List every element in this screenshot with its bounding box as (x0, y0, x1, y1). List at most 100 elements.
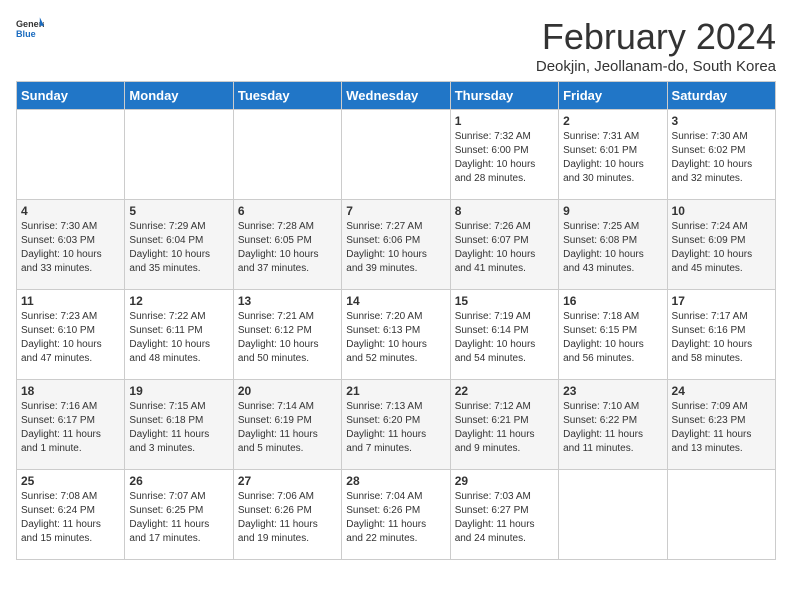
day-number: 26 (129, 474, 228, 488)
calendar-cell: 20 Sunrise: 7:14 AM Sunset: 6:19 PM Dayli… (233, 380, 341, 470)
day-info: Sunrise: 7:21 AM Sunset: 6:12 PM Dayligh… (238, 310, 337, 366)
header: General Blue February 2024 Deokjin, Jeol… (16, 16, 776, 75)
calendar-cell: 2 Sunrise: 7:31 AM Sunset: 6:01 PM Daylig… (559, 110, 667, 200)
calendar-cell: 4 Sunrise: 7:30 AM Sunset: 6:03 PM Daylig… (17, 200, 125, 290)
day-number: 19 (129, 384, 228, 398)
calendar-cell: 11 Sunrise: 7:23 AM Sunset: 6:10 PM Dayli… (17, 290, 125, 380)
day-number: 15 (455, 294, 554, 308)
calendar-cell: 6 Sunrise: 7:28 AM Sunset: 6:05 PM Daylig… (233, 200, 341, 290)
day-info: Sunrise: 7:13 AM Sunset: 6:20 PM Dayligh… (346, 400, 445, 456)
calendar-cell: 16 Sunrise: 7:18 AM Sunset: 6:15 PM Dayli… (559, 290, 667, 380)
weekday-header-thursday: Thursday (450, 82, 558, 110)
calendar-cell: 19 Sunrise: 7:15 AM Sunset: 6:18 PM Dayli… (125, 380, 233, 470)
calendar-cell: 29Sunrise: 7:03 AM Sunset: 6:27 PM Dayli… (450, 470, 558, 560)
day-number: 14 (346, 294, 445, 308)
weekday-header-friday: Friday (559, 82, 667, 110)
week-row-2: 4 Sunrise: 7:30 AM Sunset: 6:03 PM Daylig… (17, 200, 776, 290)
day-number: 16 (563, 294, 662, 308)
calendar-cell: 1 Sunrise: 7:32 AM Sunset: 6:00 PM Daylig… (450, 110, 558, 200)
calendar-cell: 7 Sunrise: 7:27 AM Sunset: 6:06 PM Daylig… (342, 200, 450, 290)
day-info: Sunrise: 7:04 AM Sunset: 6:26 PM Dayligh… (346, 490, 445, 546)
calendar-cell: 25 Sunrise: 7:08 AM Sunset: 6:24 PM Dayli… (17, 470, 125, 560)
day-info: Sunrise: 7:03 AM Sunset: 6:27 PM Dayligh… (455, 490, 554, 546)
day-number: 1 (455, 114, 554, 128)
calendar-cell: 24 Sunrise: 7:09 AM Sunset: 6:23 PM Dayli… (667, 380, 775, 470)
logo: General Blue (16, 16, 44, 44)
day-info: Sunrise: 7:15 AM Sunset: 6:18 PM Dayligh… (129, 400, 228, 456)
day-info: Sunrise: 7:31 AM Sunset: 6:01 PM Dayligh… (563, 130, 662, 186)
day-info: Sunrise: 7:19 AM Sunset: 6:14 PM Dayligh… (455, 310, 554, 366)
day-info: Sunrise: 7:30 AM Sunset: 6:02 PM Dayligh… (672, 130, 771, 186)
day-number: 4 (21, 204, 120, 218)
calendar-cell (125, 110, 233, 200)
calendar-cell: 5 Sunrise: 7:29 AM Sunset: 6:04 PM Daylig… (125, 200, 233, 290)
calendar-cell: 12 Sunrise: 7:22 AM Sunset: 6:11 PM Dayli… (125, 290, 233, 380)
day-info: Sunrise: 7:07 AM Sunset: 6:25 PM Dayligh… (129, 490, 228, 546)
calendar-cell: 8 Sunrise: 7:26 AM Sunset: 6:07 PM Daylig… (450, 200, 558, 290)
weekday-header-saturday: Saturday (667, 82, 775, 110)
calendar-cell: 22Sunrise: 7:12 AM Sunset: 6:21 PM Dayli… (450, 380, 558, 470)
day-number: 24 (672, 384, 771, 398)
weekday-header-wednesday: Wednesday (342, 82, 450, 110)
day-info: Sunrise: 7:24 AM Sunset: 6:09 PM Dayligh… (672, 220, 771, 276)
day-number: 22 (455, 384, 554, 398)
day-number: 2 (563, 114, 662, 128)
calendar-cell (233, 110, 341, 200)
day-info: Sunrise: 7:30 AM Sunset: 6:03 PM Dayligh… (21, 220, 120, 276)
day-number: 17 (672, 294, 771, 308)
day-number: 12 (129, 294, 228, 308)
day-info: Sunrise: 7:14 AM Sunset: 6:19 PM Dayligh… (238, 400, 337, 456)
weekday-header-monday: Monday (125, 82, 233, 110)
day-number: 28 (346, 474, 445, 488)
month-title: February 2024 (536, 16, 776, 58)
day-info: Sunrise: 7:29 AM Sunset: 6:04 PM Dayligh… (129, 220, 228, 276)
weekday-header-sunday: Sunday (17, 82, 125, 110)
day-number: 11 (21, 294, 120, 308)
day-number: 7 (346, 204, 445, 218)
day-number: 5 (129, 204, 228, 218)
day-info: Sunrise: 7:20 AM Sunset: 6:13 PM Dayligh… (346, 310, 445, 366)
calendar-cell (342, 110, 450, 200)
day-number: 8 (455, 204, 554, 218)
week-row-1: 1 Sunrise: 7:32 AM Sunset: 6:00 PM Daylig… (17, 110, 776, 200)
day-number: 3 (672, 114, 771, 128)
day-number: 9 (563, 204, 662, 218)
week-row-4: 18 Sunrise: 7:16 AM Sunset: 6:17 PM Dayli… (17, 380, 776, 470)
day-info: Sunrise: 7:16 AM Sunset: 6:17 PM Dayligh… (21, 400, 120, 456)
calendar-cell: 17 Sunrise: 7:17 AM Sunset: 6:16 PM Dayli… (667, 290, 775, 380)
day-number: 13 (238, 294, 337, 308)
calendar-body: 1 Sunrise: 7:32 AM Sunset: 6:00 PM Daylig… (17, 110, 776, 560)
calendar-cell: 14 Sunrise: 7:20 AM Sunset: 6:13 PM Dayli… (342, 290, 450, 380)
calendar-cell: 21 Sunrise: 7:13 AM Sunset: 6:20 PM Dayli… (342, 380, 450, 470)
day-number: 27 (238, 474, 337, 488)
day-info: Sunrise: 7:18 AM Sunset: 6:15 PM Dayligh… (563, 310, 662, 366)
day-number: 6 (238, 204, 337, 218)
calendar-cell: 10 Sunrise: 7:24 AM Sunset: 6:09 PM Dayli… (667, 200, 775, 290)
day-info: Sunrise: 7:22 AM Sunset: 6:11 PM Dayligh… (129, 310, 228, 366)
day-number: 10 (672, 204, 771, 218)
day-info: Sunrise: 7:27 AM Sunset: 6:06 PM Dayligh… (346, 220, 445, 276)
day-number: 20 (238, 384, 337, 398)
calendar-cell: 9 Sunrise: 7:25 AM Sunset: 6:08 PM Daylig… (559, 200, 667, 290)
calendar-cell: 27 Sunrise: 7:06 AM Sunset: 6:26 PM Dayli… (233, 470, 341, 560)
day-number: 25 (21, 474, 120, 488)
week-row-5: 25 Sunrise: 7:08 AM Sunset: 6:24 PM Dayli… (17, 470, 776, 560)
day-number: 23 (563, 384, 662, 398)
week-row-3: 11 Sunrise: 7:23 AM Sunset: 6:10 PM Dayli… (17, 290, 776, 380)
day-number: 18 (21, 384, 120, 398)
day-info: Sunrise: 7:25 AM Sunset: 6:08 PM Dayligh… (563, 220, 662, 276)
weekday-header-tuesday: Tuesday (233, 82, 341, 110)
day-info: Sunrise: 7:09 AM Sunset: 6:23 PM Dayligh… (672, 400, 771, 456)
day-info: Sunrise: 7:32 AM Sunset: 6:00 PM Dayligh… (455, 130, 554, 186)
day-info: Sunrise: 7:06 AM Sunset: 6:26 PM Dayligh… (238, 490, 337, 546)
day-info: Sunrise: 7:17 AM Sunset: 6:16 PM Dayligh… (672, 310, 771, 366)
day-info: Sunrise: 7:26 AM Sunset: 6:07 PM Dayligh… (455, 220, 554, 276)
calendar-cell: 18 Sunrise: 7:16 AM Sunset: 6:17 PM Dayli… (17, 380, 125, 470)
calendar-cell: 13 Sunrise: 7:21 AM Sunset: 6:12 PM Dayli… (233, 290, 341, 380)
day-info: Sunrise: 7:23 AM Sunset: 6:10 PM Dayligh… (21, 310, 120, 366)
day-number: 21 (346, 384, 445, 398)
calendar-table: SundayMondayTuesdayWednesdayThursdayFrid… (16, 81, 776, 560)
day-info: Sunrise: 7:28 AM Sunset: 6:05 PM Dayligh… (238, 220, 337, 276)
day-info: Sunrise: 7:08 AM Sunset: 6:24 PM Dayligh… (21, 490, 120, 546)
day-info: Sunrise: 7:10 AM Sunset: 6:22 PM Dayligh… (563, 400, 662, 456)
